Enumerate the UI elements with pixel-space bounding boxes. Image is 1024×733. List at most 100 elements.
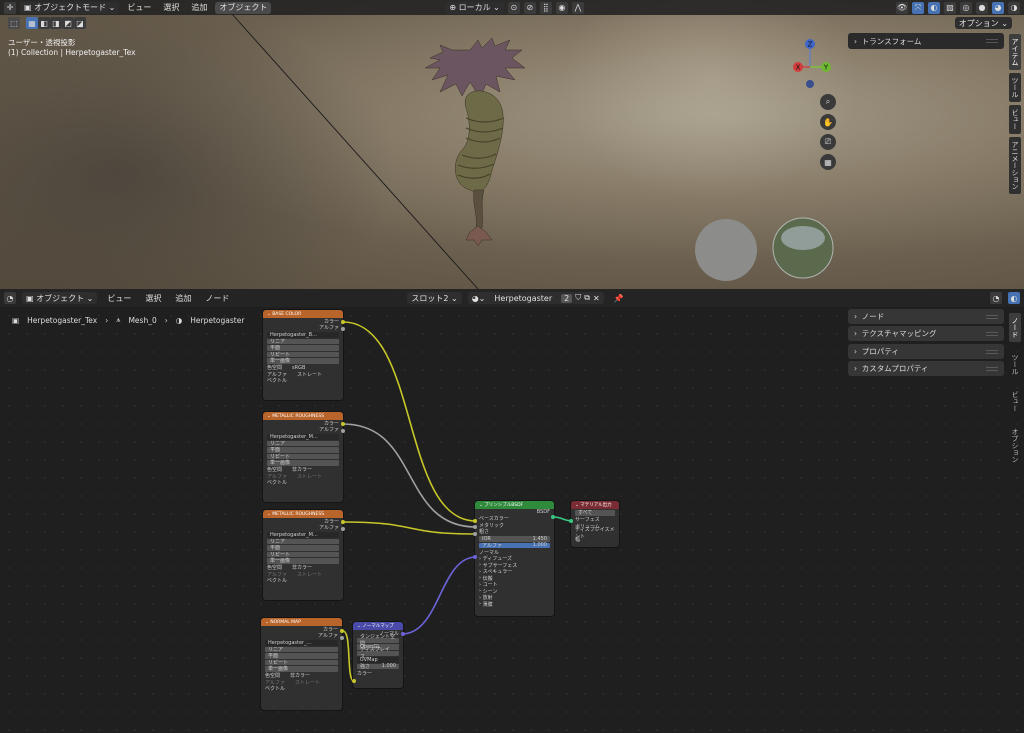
panel-texture-mapping[interactable]: › テクスチャマッピング: [848, 326, 1004, 341]
image-selector[interactable]: Herpetogaster_...: [265, 640, 338, 646]
normal-map-node[interactable]: ⌄ ノーマルマップ ノーマル タンジェント空間 OpenGL ディスプレイス..…: [353, 622, 403, 688]
image-selector[interactable]: Herpetogaster_B...: [267, 332, 339, 338]
tab-view[interactable]: ビュー: [1009, 105, 1021, 134]
proportional-edit-icon[interactable]: ◉: [555, 1, 568, 14]
projection-select[interactable]: 平面: [267, 345, 339, 351]
socket-alpha[interactable]: [340, 636, 344, 640]
image-selector[interactable]: Herpetogaster_M...: [267, 532, 339, 538]
editor-type-icon[interactable]: ◔: [4, 292, 16, 304]
drag-grip-icon[interactable]: [986, 349, 998, 354]
slot-dropdown[interactable]: スロット2 ⌄: [407, 292, 462, 304]
drag-grip-icon[interactable]: [986, 314, 998, 319]
3d-viewport[interactable]: ✛ ▣ オブジェクトモード ⌄ ビュー 選択 追加 オブジェクト ⊕ ローカル …: [0, 0, 1024, 289]
panel-custom-properties[interactable]: › カスタムプロパティ: [848, 361, 1004, 376]
socket-color[interactable]: [341, 320, 345, 324]
material-selector[interactable]: ◕⌄ Herpetogaster 2 ⛉ ⧉ ✕: [467, 292, 604, 304]
mode-dropdown[interactable]: ▣ オブジェクトモード ⌄: [20, 1, 120, 14]
image-texture-node[interactable]: ⌄ BASE COLOR カラー アルファ Herpetogaster_B...…: [263, 310, 343, 400]
source-select[interactable]: 単一画像: [267, 358, 339, 364]
menu-view[interactable]: ビュー: [123, 2, 155, 14]
select-mode-invert-icon[interactable]: ◩: [62, 17, 74, 29]
extension-select[interactable]: リピート: [267, 453, 339, 460]
shading-material-icon[interactable]: ◕: [992, 1, 1004, 14]
menu-object[interactable]: オブジェクト: [215, 1, 272, 14]
ior-field[interactable]: IOR 1.450: [479, 536, 550, 542]
tab-node[interactable]: ノード: [1009, 313, 1021, 342]
menu-add[interactable]: 追加: [171, 292, 195, 304]
navigation-gizmo[interactable]: Z Y X: [788, 36, 848, 96]
object-type-dropdown[interactable]: ▣ オブジェクト ⌄: [22, 292, 98, 304]
mode-select[interactable]: ディスプレイス...: [357, 647, 399, 660]
select-tool-icon[interactable]: ⬚: [8, 17, 20, 29]
alpha-field[interactable]: アルファ 1.000: [479, 542, 550, 549]
drag-grip-icon[interactable]: [986, 39, 998, 43]
panel-properties[interactable]: › プロパティ: [848, 344, 1004, 359]
interpolation-select[interactable]: リニア: [267, 338, 339, 345]
shading-wireframe-icon[interactable]: ◎: [960, 1, 972, 14]
interpolation-select[interactable]: リニア: [267, 440, 339, 447]
socket-bsdf-out[interactable]: [551, 515, 555, 519]
material-users-count[interactable]: 2: [561, 293, 573, 303]
space-select[interactable]: タンジェント空間: [357, 634, 399, 647]
perspective-grid-icon[interactable]: ▦: [820, 154, 836, 170]
tab-animation[interactable]: アニメーション: [1009, 137, 1021, 194]
drag-grip-icon[interactable]: [986, 331, 998, 336]
tab-tool[interactable]: ツール: [1009, 73, 1021, 102]
extension-select[interactable]: リピート: [267, 551, 339, 558]
camera-icon[interactable]: ⎚: [820, 134, 836, 150]
snap-icon[interactable]: ⊘: [523, 1, 536, 14]
overlay-toggle-icon[interactable]: ◐: [928, 1, 940, 14]
menu-select[interactable]: 選択: [159, 2, 183, 14]
fake-user-shield-icon[interactable]: ⛉: [575, 293, 581, 303]
select-mode-subtract-icon[interactable]: ◨: [50, 17, 62, 29]
interpolation-select[interactable]: リニア: [265, 646, 338, 653]
shader-editor[interactable]: ◔ ▣ オブジェクト ⌄ ビュー 選択 追加 ノード スロット2 ⌄ ◕⌄ He…: [0, 289, 1024, 733]
breadcrumb-mesh[interactable]: Mesh_0: [128, 316, 156, 325]
extension-select[interactable]: リピート: [265, 659, 338, 666]
target-select[interactable]: すべて: [575, 510, 615, 516]
overlay-icon[interactable]: ◔: [990, 292, 1002, 304]
menu-add[interactable]: 追加: [187, 2, 211, 14]
select-mode-extend-icon[interactable]: ◧: [38, 17, 50, 29]
source-select[interactable]: 単一画像: [267, 558, 339, 564]
socket-normal-out[interactable]: [401, 632, 405, 636]
strength-field[interactable]: 強さ 1.000: [357, 663, 399, 670]
image-selector[interactable]: Herpetogaster_M...: [267, 434, 339, 440]
zoom-icon[interactable]: ⌕: [820, 94, 836, 110]
source-select[interactable]: 単一画像: [267, 460, 339, 466]
node-header[interactable]: ⌄ プリンシプルBSDF: [475, 501, 554, 509]
unlink-close-icon[interactable]: ✕: [593, 294, 600, 303]
options-dropdown[interactable]: オプション ⌄: [954, 17, 1012, 29]
duplicate-icon[interactable]: ⧉: [584, 293, 590, 303]
falloff-icon[interactable]: ⋀: [571, 1, 584, 14]
socket-surface-in[interactable]: [569, 519, 573, 523]
panel-node[interactable]: › ノード: [848, 309, 1004, 324]
projection-select[interactable]: 平面: [267, 545, 339, 551]
socket-color[interactable]: [340, 629, 344, 633]
socket-base-color-in[interactable]: [473, 519, 477, 523]
breadcrumb-object[interactable]: Herpetogaster_Tex: [27, 316, 97, 325]
transform-orientation-dropdown[interactable]: ⊕ ローカル ⌄: [445, 1, 504, 14]
xray-icon[interactable]: ▨: [944, 1, 956, 14]
drag-grip-icon[interactable]: [986, 366, 998, 371]
gizmo-toggle-icon[interactable]: ⤧: [912, 1, 924, 14]
pan-hand-icon[interactable]: ✋: [820, 114, 836, 130]
tab-view[interactable]: ビュー: [1009, 387, 1021, 416]
overlay-toggle-icon[interactable]: ◐: [1008, 292, 1020, 304]
interpolation-select[interactable]: リニア: [267, 538, 339, 545]
socket-alpha[interactable]: [341, 429, 345, 433]
menu-view[interactable]: ビュー: [103, 292, 135, 304]
visibility-icon[interactable]: 👁: [896, 1, 908, 14]
source-select[interactable]: 単一画像: [265, 666, 338, 672]
socket-alpha[interactable]: [341, 527, 345, 531]
principled-bsdf-node[interactable]: ⌄ プリンシプルBSDF BSDF ベースカラー メタリック 粗さ IOR 1.4…: [475, 501, 554, 616]
extension-select[interactable]: リピート: [267, 351, 339, 358]
socket-color[interactable]: [341, 520, 345, 524]
shading-solid-icon[interactable]: ●: [976, 1, 988, 14]
section-thin-film[interactable]: › 薄膜: [475, 601, 554, 608]
projection-select[interactable]: 平面: [265, 653, 338, 659]
tab-tool[interactable]: ツール: [1009, 350, 1021, 379]
tab-options[interactable]: オプション: [1009, 424, 1021, 467]
socket-metallic-in[interactable]: [473, 525, 477, 529]
menu-node[interactable]: ノード: [201, 292, 233, 304]
